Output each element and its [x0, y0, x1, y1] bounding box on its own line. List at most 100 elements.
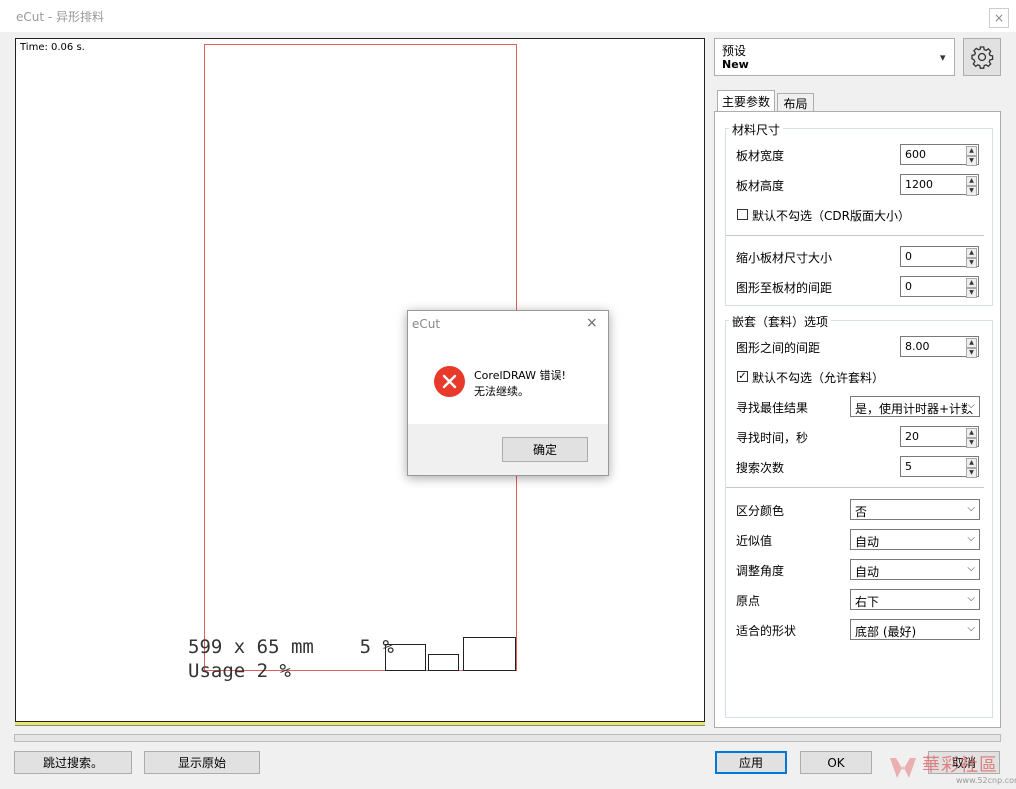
angle-select[interactable]: 自动 ⌵ — [850, 559, 980, 580]
spin-up-icon[interactable]: ▲ — [966, 338, 977, 348]
shrink-label: 缩小板材尺寸大小 — [736, 251, 833, 265]
chevron-down-icon: ⌵ — [967, 593, 975, 604]
shrink-value: 0 — [905, 250, 912, 263]
spin-down-icon[interactable]: ▼ — [966, 156, 977, 166]
piece-info: 599 x 65 mm 5 % — [188, 636, 394, 658]
tab-main-params[interactable]: 主要参数 — [717, 90, 775, 112]
sheet-height-label: 板材高度 — [736, 179, 785, 193]
piece-gap-stepper[interactable]: 8.00 ▲ ▼ — [900, 336, 979, 358]
canvas-bottom-rule — [15, 722, 705, 726]
window-title: eCut - 异形排料 — [16, 10, 105, 24]
best-result-value: 是，使用计时器+计数 — [855, 402, 974, 416]
chevron-down-icon: ⌵ — [967, 623, 975, 634]
divider — [726, 487, 984, 488]
apply-button[interactable]: 应用 — [715, 751, 787, 774]
nesting-group-title: 嵌套（套料）选项 — [729, 313, 832, 330]
origin-value: 右下 — [855, 595, 880, 609]
tab-layout[interactable]: 布局 — [777, 93, 814, 113]
default-cdr-label: 默认不勾选（CDR版面大小） — [752, 209, 910, 223]
fit-shape-value: 底部 (最好) — [855, 625, 917, 639]
error-dialog: eCut × CorelDRAW 错误! 无法继续。 确定 — [407, 310, 609, 476]
dialog-message-title: CorelDRAW 错误! — [474, 369, 566, 382]
sheet-height-stepper[interactable]: 1200 ▲ ▼ — [900, 174, 979, 196]
sheet-width-stepper[interactable]: 600 ▲ ▼ — [900, 144, 979, 166]
chevron-down-icon: ▾ — [940, 51, 946, 64]
sheet-width-label: 板材宽度 — [736, 149, 785, 163]
chevron-down-icon: ⌵ — [967, 503, 975, 514]
search-progress-bar — [14, 734, 1001, 742]
approx-label: 近似值 — [736, 534, 773, 548]
title-bar: eCut - 异形排料 × — [0, 0, 1016, 32]
sheet-height-value: 1200 — [905, 178, 933, 191]
distinguish-color-label: 区分颜色 — [736, 504, 785, 518]
spin-up-icon[interactable]: ▲ — [966, 458, 977, 468]
allow-nest-checkbox[interactable]: ✓ — [737, 371, 748, 382]
spin-up-icon[interactable]: ▲ — [966, 176, 977, 186]
chevron-down-icon: ⌵ — [967, 533, 975, 544]
error-icon — [434, 366, 465, 397]
fit-shape-select[interactable]: 底部 (最好) ⌵ — [850, 619, 980, 640]
gap-to-sheet-label: 图形至板材的间距 — [736, 281, 833, 295]
time-label: Time: 0.06 s. — [20, 42, 85, 53]
dialog-ok-button[interactable]: 确定 — [502, 437, 588, 462]
show-original-button[interactable]: 显示原始 — [144, 751, 260, 774]
search-time-label: 寻找时间，秒 — [736, 431, 809, 445]
distinguish-color-value: 否 — [855, 505, 868, 519]
preset-value: New — [722, 58, 749, 71]
preset-label: 预设 — [722, 44, 747, 58]
dialog-close-button[interactable]: × — [586, 315, 598, 331]
best-result-label: 寻找最佳结果 — [736, 401, 809, 415]
skip-search-button[interactable]: 跳过搜索。 — [14, 751, 132, 774]
spin-up-icon[interactable]: ▲ — [966, 278, 977, 288]
spin-down-icon[interactable]: ▼ — [966, 438, 977, 448]
window-close-button[interactable]: × — [989, 8, 1009, 28]
piece-gap-label: 图形之间的间距 — [736, 341, 821, 355]
piece-gap-value: 8.00 — [905, 340, 930, 353]
origin-select[interactable]: 右下 ⌵ — [850, 589, 980, 610]
spin-up-icon[interactable]: ▲ — [966, 428, 977, 438]
spin-up-icon[interactable]: ▲ — [966, 146, 977, 156]
divider — [726, 235, 984, 236]
chevron-down-icon: ⌵ — [967, 563, 975, 574]
search-time-stepper[interactable]: 20 ▲ ▼ — [900, 426, 979, 448]
search-time-value: 20 — [905, 430, 919, 443]
spin-up-icon[interactable]: ▲ — [966, 248, 977, 258]
dialog-message-body: 无法继续。 — [474, 385, 529, 398]
spin-down-icon[interactable]: ▼ — [966, 288, 977, 298]
best-result-select[interactable]: 是，使用计时器+计数 ⌵ — [850, 396, 980, 417]
material-group-title: 材料尺寸 — [729, 121, 784, 138]
watermark-logo — [890, 758, 916, 778]
origin-label: 原点 — [736, 594, 761, 608]
gap-to-sheet-stepper[interactable]: 0 ▲ ▼ — [900, 276, 979, 298]
fit-shape-label: 适合的形状 — [736, 624, 797, 638]
shrink-stepper[interactable]: 0 ▲ ▼ — [900, 246, 979, 268]
watermark-url: www.52cnp.com — [956, 776, 1016, 785]
usage-info: Usage 2 % — [188, 660, 291, 682]
nested-piece — [463, 637, 516, 671]
search-count-value: 5 — [905, 460, 912, 473]
spin-down-icon[interactable]: ▼ — [966, 348, 977, 358]
sheet-width-value: 600 — [905, 148, 926, 161]
spin-down-icon[interactable]: ▼ — [966, 258, 977, 268]
site-watermark: 華彩社區 www.52cnp.com — [884, 748, 1016, 789]
distinguish-color-select[interactable]: 否 ⌵ — [850, 499, 980, 520]
allow-nest-label: 默认不勾选（允许套料） — [752, 371, 885, 385]
gear-icon — [971, 46, 994, 69]
chevron-down-icon: ⌵ — [967, 400, 975, 411]
settings-panel: 材料尺寸 板材宽度 600 ▲ ▼ 板材高度 1200 ▲ ▼ 默认不勾选（CDR版… — [714, 111, 1001, 728]
watermark-text: 華彩社區 — [922, 755, 998, 776]
search-count-stepper[interactable]: 5 ▲ ▼ — [900, 456, 979, 478]
spin-down-icon[interactable]: ▼ — [966, 186, 977, 196]
ok-button[interactable]: OK — [800, 751, 872, 774]
preset-dropdown[interactable]: 预设 New ▾ — [714, 38, 955, 76]
gap-to-sheet-value: 0 — [905, 280, 912, 293]
dialog-title: eCut — [412, 317, 441, 331]
search-count-label: 搜索次数 — [736, 461, 785, 475]
nested-piece — [428, 654, 459, 671]
approx-select[interactable]: 自动 ⌵ — [850, 529, 980, 550]
default-cdr-checkbox[interactable] — [737, 209, 748, 220]
dialog-footer: 确定 — [408, 424, 608, 475]
settings-button[interactable] — [963, 38, 1001, 76]
angle-label: 调整角度 — [736, 564, 785, 578]
spin-down-icon[interactable]: ▼ — [966, 468, 977, 478]
